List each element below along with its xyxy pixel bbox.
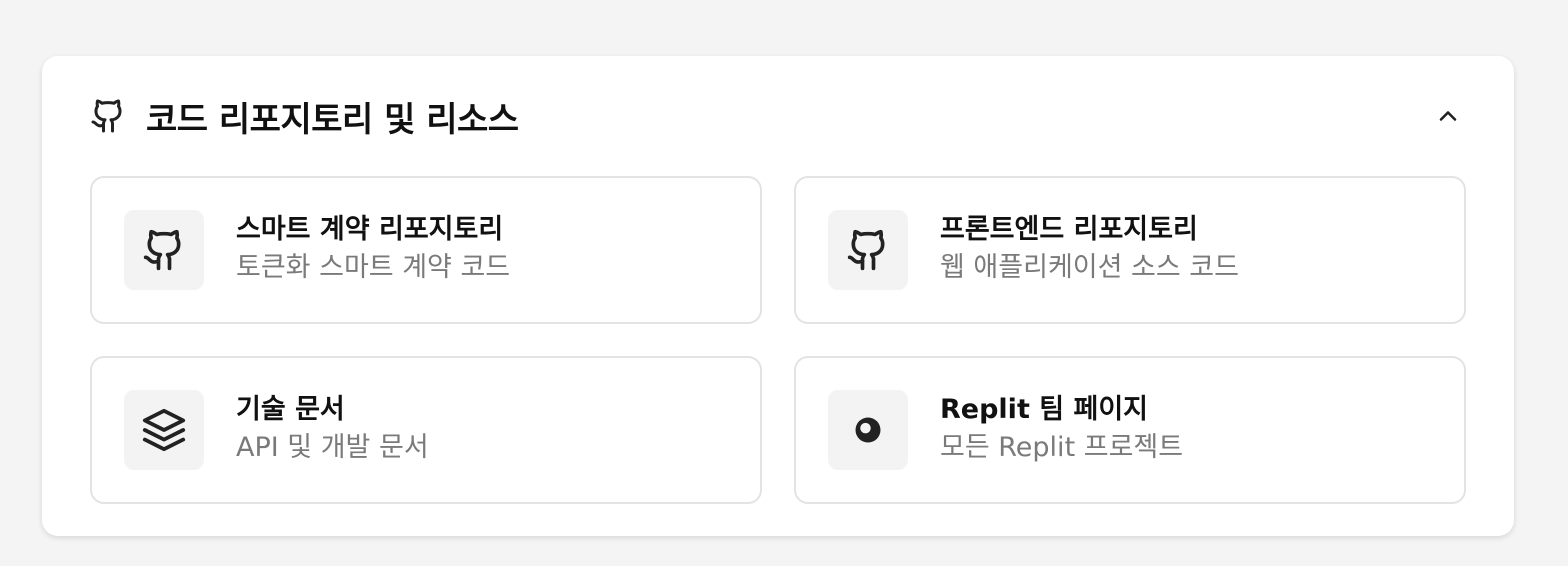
card-text: 기술 문서 API 및 개발 문서 [236,392,429,468]
card-title: 스마트 계약 리포지토리 [236,214,504,245]
card-subtitle: 웹 애플리케이션 소스 코드 [940,252,1239,283]
github-icon [124,210,204,290]
card-tech-docs[interactable]: 기술 문서 API 및 개발 문서 [90,356,762,504]
chevron-up-icon [1439,111,1457,121]
card-subtitle: 모든 Replit 프로젝트 [940,432,1184,463]
resources-panel: 코드 리포지토리 및 리소스 스마트 계약 리포지토리 토큰화 스마트 계약 코… [42,56,1514,536]
card-title: 기술 문서 [236,394,345,425]
panel-header: 코드 리포지토리 및 리소스 [90,94,1466,140]
replit-icon [828,390,908,470]
card-text: 스마트 계약 리포지토리 토큰화 스마트 계약 코드 [236,212,510,288]
card-frontend-repo[interactable]: 프론트엔드 리포지토리 웹 애플리케이션 소스 코드 [794,176,1466,324]
github-icon [828,210,908,290]
card-text: Replit 팀 페이지 모든 Replit 프로젝트 [940,392,1183,468]
card-title: 프론트엔드 리포지토리 [940,214,1198,245]
section-title: 코드 리포지토리 및 리소스 [146,99,519,140]
card-text: 프론트엔드 리포지토리 웹 애플리케이션 소스 코드 [940,212,1239,288]
card-subtitle: 토큰화 스마트 계약 코드 [236,252,511,283]
collapse-button[interactable] [1430,98,1466,134]
layers-icon [124,390,204,470]
github-icon [90,98,126,134]
card-subtitle: API 및 개발 문서 [236,432,429,463]
card-smart-contract-repo[interactable]: 스마트 계약 리포지토리 토큰화 스마트 계약 코드 [90,176,762,324]
card-replit-team[interactable]: Replit 팀 페이지 모든 Replit 프로젝트 [794,356,1466,504]
resource-cards: 스마트 계약 리포지토리 토큰화 스마트 계약 코드 프론트엔드 리포지토리 웹… [90,176,1466,504]
card-title: Replit 팀 페이지 [940,394,1149,425]
